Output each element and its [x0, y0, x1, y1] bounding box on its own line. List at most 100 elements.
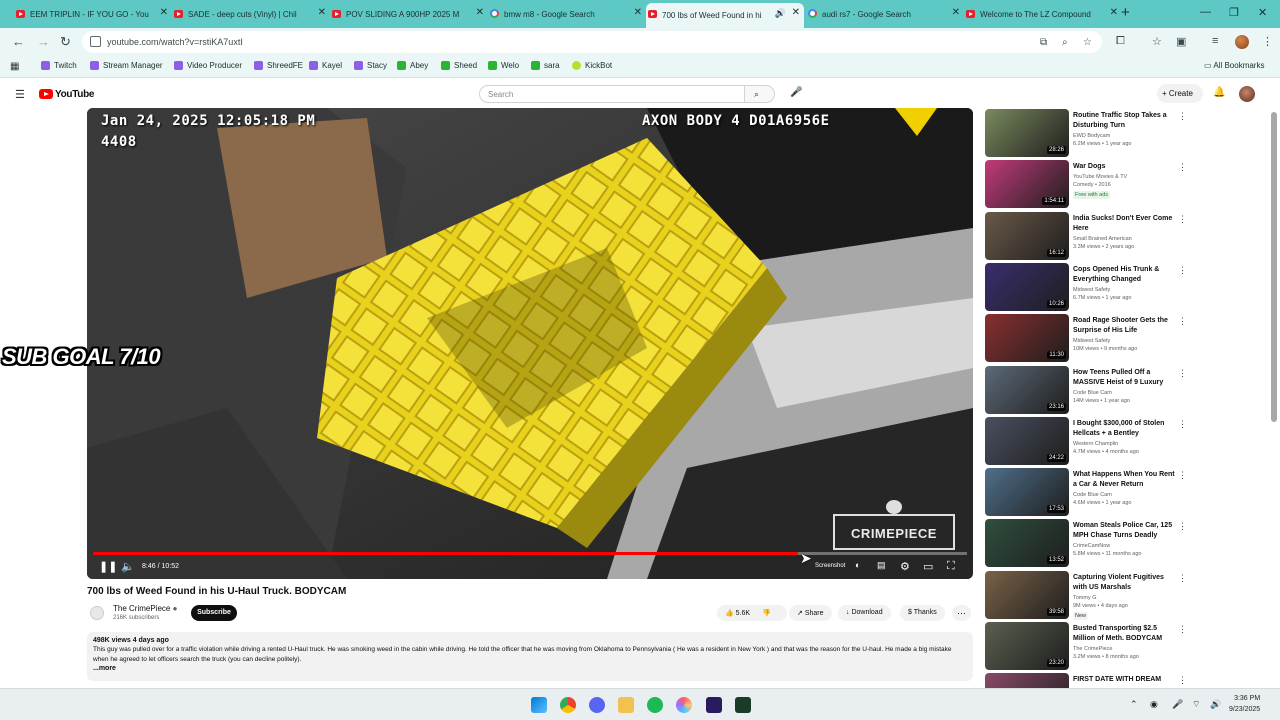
star-icon[interactable]: ☆ [1083, 37, 1092, 48]
app-icon[interactable] [676, 697, 692, 713]
recommendation-channel[interactable]: The CrimePiece [1073, 646, 1112, 652]
progress-bar[interactable] [93, 552, 967, 555]
more-options-icon[interactable]: ⋮ [1178, 624, 1187, 635]
like-button[interactable]: 👍 5.6K [725, 610, 750, 617]
zoom-icon[interactable]: ⌕ [1062, 37, 1068, 48]
minimize-icon[interactable]: — [1200, 6, 1211, 18]
recommendation-card[interactable]: 24:22 I Bought $300,000 of Stolen Hellcat… [985, 417, 1187, 465]
close-icon[interactable]: ✕ [1110, 7, 1118, 18]
dislike-icon[interactable]: 👎 [762, 610, 771, 617]
recommendation-title[interactable]: War Dogs [1073, 162, 1177, 172]
more-options-icon[interactable]: ⋮ [1178, 368, 1187, 379]
all-bookmarks[interactable]: ▭ All Bookmarks [1204, 61, 1264, 70]
close-window-icon[interactable]: ✕ [1258, 6, 1267, 19]
more-options-icon[interactable]: ⋮ [1178, 419, 1187, 430]
bookmark-video-producer[interactable]: Video Producer [174, 61, 242, 70]
tab-4[interactable]: bmw m8 - Google Search ✕ [488, 3, 646, 25]
search-input[interactable]: Search [479, 85, 745, 103]
tab-2[interactable]: SADE - deep cuts (Vinyl) | Chil ✕ [172, 3, 330, 25]
microphone-tray-icon[interactable]: 🎤 [1172, 699, 1183, 710]
notifications-bell-icon[interactable]: 🔔 [1213, 87, 1225, 98]
tab-5-active[interactable]: 700 lbs of Weed Found in his 🔊 ✕ [646, 3, 804, 28]
description-box[interactable]: 498K views 4 days ago This guy was pulle… [87, 632, 973, 681]
tab-7[interactable]: Welcome to The LZ Compound ✕ [964, 3, 1122, 25]
bookmark-abey[interactable]: Abey [397, 61, 428, 70]
channel-name[interactable]: The CrimePiece ● [113, 604, 177, 613]
restore-icon[interactable]: ❐ [1229, 6, 1239, 19]
more-options-icon[interactable]: ⋮ [1178, 111, 1187, 122]
apps-grid-icon[interactable]: ▦ [10, 61, 19, 72]
recommendation-channel[interactable]: Code Blue Cam [1073, 390, 1112, 396]
recommendation-channel[interactable]: Small Brained American [1073, 236, 1132, 242]
reload-icon[interactable]: ↻ [60, 34, 71, 50]
more-options-icon[interactable]: ⋮ [1178, 214, 1187, 225]
captions-icon[interactable]: ▤ [877, 560, 886, 571]
recommendation-title[interactable]: India Sucks! Don't Ever Come Here [1073, 214, 1177, 234]
show-more-link[interactable]: ...more [93, 665, 967, 672]
recommendation-title[interactable]: What Happens When You Rent a Car & Never… [1073, 470, 1177, 490]
video-thumbnail[interactable]: 16:12 [985, 212, 1069, 260]
recommendation-channel[interactable]: Tommy G [1073, 595, 1097, 601]
more-options-icon[interactable]: ⋮ [1178, 470, 1187, 481]
chevron-up-icon[interactable]: ⌃ [1130, 699, 1138, 710]
more-options-icon[interactable]: ⋮ [1178, 521, 1187, 532]
recommendation-card[interactable]: 16:12 India Sucks! Don't Ever Come Here Sm… [985, 212, 1187, 260]
bookmark-kickbot[interactable]: KickBot [572, 61, 612, 70]
discord-icon[interactable] [589, 697, 605, 713]
menu-dots-icon[interactable]: ⋮ [1262, 35, 1273, 48]
autoplay-toggle-icon[interactable]: ◐ [855, 560, 860, 570]
bookmark-sara[interactable]: sara [531, 61, 560, 70]
recommendation-card[interactable]: 10:26 Cops Opened His Trunk & Everything … [985, 263, 1187, 311]
recommendation-channel[interactable]: EWD Bodycam [1073, 133, 1110, 139]
scrollbar[interactable] [1271, 112, 1277, 422]
extensions-icon[interactable]: ⧠ [1116, 35, 1125, 48]
recommendation-title[interactable]: Cops Opened His Trunk & Everything Chang… [1073, 265, 1177, 285]
more-options-icon[interactable]: ⋮ [1178, 265, 1187, 276]
share-button[interactable]: ↗ Share [789, 605, 832, 621]
system-clock[interactable]: 3:36 PM 9/23/2025 [1229, 693, 1260, 715]
recommendation-card[interactable]: 17:53 What Happens When You Rent a Car & … [985, 468, 1187, 516]
thanks-button[interactable]: $ Thanks [900, 605, 945, 621]
close-icon[interactable]: ✕ [792, 7, 800, 18]
tab-3[interactable]: POV SLIDING A 900HP 2025 M ✕ [330, 3, 488, 25]
create-button[interactable]: + Create [1157, 84, 1203, 103]
close-icon[interactable]: ✕ [160, 7, 168, 18]
back-icon[interactable]: ← [12, 34, 25, 49]
speaker-icon[interactable]: 🔊 [775, 8, 786, 19]
side-panel-icon[interactable]: ▣ [1176, 35, 1186, 48]
bookmark-stacy[interactable]: Stacy [354, 61, 387, 70]
recommendation-card[interactable]: 23:16 How Teens Pulled Off a MASSIVE Heis… [985, 366, 1187, 414]
hamburger-menu-icon[interactable]: ☰ [15, 88, 25, 101]
video-thumbnail[interactable]: 1:54:11 [985, 160, 1069, 208]
more-actions-icon[interactable]: ⋯ [952, 605, 971, 621]
wifi-icon[interactable]: ⌔ [1192, 699, 1200, 710]
recommendation-card[interactable]: 28:26 Routine Traffic Stop Takes a Distur… [985, 109, 1187, 157]
bookmark-twitch[interactable]: Twitch [41, 61, 77, 70]
forward-icon[interactable]: → [37, 34, 50, 49]
video-thumbnail[interactable]: 39:58 [985, 571, 1069, 619]
video-thumbnail[interactable]: 23:16 [985, 366, 1069, 414]
tab-6[interactable]: audi rs7 - Google Search ✕ [806, 3, 964, 25]
more-options-icon[interactable]: ⋮ [1178, 675, 1187, 686]
bookmark-kayel[interactable]: Kayel [309, 61, 342, 70]
more-options-icon[interactable]: ⋮ [1178, 573, 1187, 584]
recommendation-title[interactable]: I Bought $300,000 of Stolen Hellcats + a… [1073, 419, 1177, 439]
more-options-icon[interactable]: ⋮ [1178, 162, 1187, 173]
recommendation-card[interactable]: 11:30 Road Rage Shooter Gets the Surprise… [985, 314, 1187, 362]
pause-icon[interactable]: ❚❚ [99, 560, 117, 573]
more-options-icon[interactable]: ⋮ [1178, 316, 1187, 327]
recommendation-channel[interactable]: YouTube Movies & TV [1073, 174, 1127, 180]
recommendation-title[interactable]: Woman Steals Police Car, 125 MPH Chase T… [1073, 521, 1177, 541]
bookmark-star-icon[interactable]: ☆ [1152, 35, 1162, 48]
microphone-icon[interactable]: 🎤 [790, 87, 802, 98]
recommendation-card[interactable]: 39:58 Capturing Violent Fugitives with US… [985, 571, 1187, 620]
video-thumbnail[interactable]: 28:26 [985, 109, 1069, 157]
recommendation-title[interactable]: Busted Transporting $2.5 Million of Meth… [1073, 624, 1177, 644]
video-thumbnail[interactable]: 17:53 [985, 468, 1069, 516]
recommendation-title[interactable]: Routine Traffic Stop Takes a Disturbing … [1073, 111, 1177, 131]
install-icon[interactable]: ⧉ [1040, 37, 1047, 48]
app-icon[interactable] [735, 697, 751, 713]
youtube-logo-icon[interactable] [39, 89, 53, 99]
recommendation-title[interactable]: FIRST DATE WITH DREAM [1073, 675, 1177, 685]
recommendation-title[interactable]: How Teens Pulled Off a MASSIVE Heist of … [1073, 368, 1177, 388]
